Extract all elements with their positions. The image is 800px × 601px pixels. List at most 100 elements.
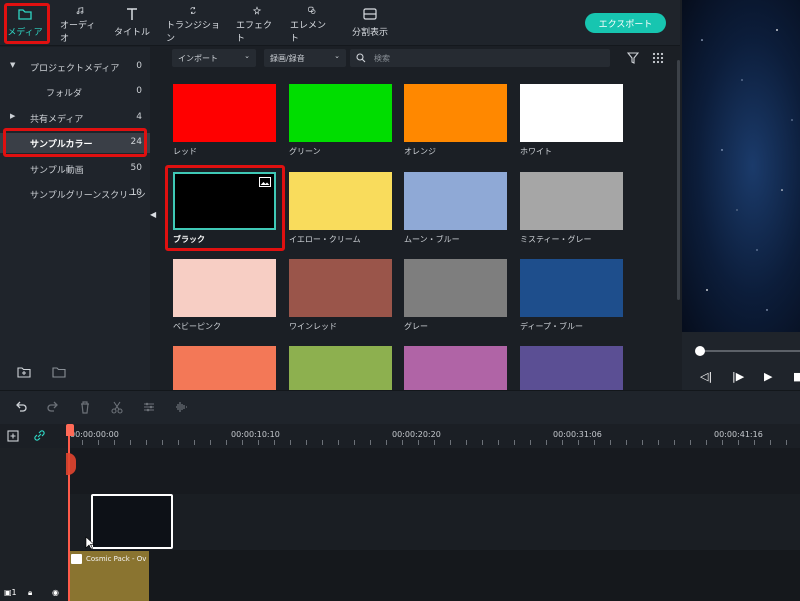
playhead-line[interactable] [68,424,70,601]
preview-scrubber-handle[interactable] [695,346,705,356]
ruler-tick [306,440,307,445]
ruler-tick [450,440,451,445]
media-toolbar: メディア オーディオ タイトル トランジション エフェクト エレメント 分割表示 [0,0,680,46]
ruler-tick [226,440,227,445]
stop-icon[interactable]: ■ [793,370,800,383]
preview-scrubber-track[interactable] [698,350,800,352]
sidebar-item-label: サンプル動画 [30,166,84,176]
dragged-black-clip[interactable] [91,494,173,549]
export-button[interactable]: エクスポート [585,13,666,33]
add-track-icon[interactable] [7,430,21,442]
ruler-tick [738,440,739,445]
tab-transition-label: トランジション [166,21,221,44]
prev-frame-icon[interactable]: ◁| [700,370,712,383]
color-tile[interactable] [289,172,392,230]
transition-icon [190,7,196,14]
tab-element[interactable]: エレメント [290,6,334,44]
color-tile[interactable] [289,259,392,317]
ruler-tick [402,440,403,445]
sidebar-item-sample-videos[interactable]: サンプル動画 50 [0,159,150,179]
grid-scrollbar[interactable] [677,60,680,300]
color-tile[interactable] [289,84,392,142]
music-note-icon [76,7,84,15]
preview-window [682,0,800,332]
color-tile[interactable] [520,172,623,230]
record-dropdown-label: 録画/録音 [270,54,305,63]
eye-icon[interactable]: ◉ [52,588,59,597]
timeline-track[interactable] [0,448,800,494]
ruler-tick [514,440,515,445]
ruler-tick [578,440,579,445]
color-tile[interactable] [520,346,623,390]
tab-split-screen[interactable]: 分割表示 [348,6,392,44]
lock-icon[interactable]: 🔒︎ [28,588,32,598]
new-folder-icon[interactable] [17,366,31,378]
link-icon[interactable] [33,429,46,442]
ruler-tick [482,440,483,445]
media-tab-highlight [4,3,50,44]
color-tile[interactable] [173,346,276,390]
sidebar-item-count: 10 [130,188,142,198]
tab-audio-label: オーディオ [60,21,96,44]
sidebar-item-sample-greenscreen[interactable]: サンプルグリーンスクリーン 10 [0,184,150,204]
play-icon[interactable]: ▶ [764,370,772,383]
color-tile[interactable] [289,346,392,390]
color-tile[interactable] [404,259,507,317]
undo-icon[interactable] [14,400,28,414]
color-tile-label: グレー [404,322,428,331]
color-tile[interactable] [404,84,507,142]
folder-icon[interactable] [52,366,66,378]
ruler-tick [530,440,531,445]
ruler-tick [658,440,659,445]
color-tile[interactable] [520,84,623,142]
ruler-tick [258,440,259,445]
color-tile-label: ディープ・ブルー [520,322,583,331]
color-tile-label: グリーン [289,147,321,156]
mouse-cursor-icon [85,536,95,550]
ruler-tick [562,440,563,445]
tab-audio[interactable]: オーディオ [60,6,100,44]
ruler-tick [162,440,163,445]
chevron-down-icon: ⌄ [244,52,250,60]
color-tile[interactable] [173,259,276,317]
sidebar-item-count: 50 [130,163,142,173]
sidebar-item-project-media[interactable]: ▼ プロジェクトメディア 0 [0,57,150,77]
color-tile[interactable] [404,346,507,390]
collapse-sidebar-icon[interactable]: ◀ [150,210,156,219]
delete-icon[interactable] [78,400,92,414]
sidebar-item-folder[interactable]: フォルダ 0 [0,82,150,102]
playhead-marker[interactable] [66,424,74,436]
color-tile[interactable] [520,259,623,317]
adjust-icon[interactable] [142,400,156,414]
ruler-tick [114,440,115,445]
ruler-tick [674,440,675,445]
tab-effect[interactable]: エフェクト [236,6,278,44]
ruler-tick [706,440,707,445]
redo-icon[interactable] [46,400,60,414]
tab-transition[interactable]: トランジション [166,6,220,44]
expand-arrow-icon[interactable]: ▶ [10,112,15,120]
ruler-tick [290,440,291,445]
tab-title[interactable]: タイトル [113,6,151,44]
sidebar-item-label: プロジェクトメディア [30,64,120,74]
color-tile[interactable] [404,172,507,230]
color-tile[interactable] [173,84,276,142]
ruler-tick [274,440,275,445]
audio-waveform-icon[interactable] [174,400,188,414]
collapse-arrow-icon[interactable]: ▼ [10,61,15,69]
timecode-label: 00:00:31:06 [553,430,602,439]
search-input[interactable]: 検索 [350,49,610,67]
ruler-tick [322,440,323,445]
ruler-tick [498,440,499,445]
color-tile-label: イエロー・クリーム [289,235,361,244]
ruler-tick [786,440,787,445]
step-play-icon[interactable]: |▶ [732,370,744,383]
sidebar-item-shared-media[interactable]: ▶ 共有メディア 4 [0,108,150,128]
import-dropdown[interactable]: インポート ⌄ [172,49,256,67]
ruler-tick [194,440,195,445]
grid-view-icon[interactable] [652,52,664,64]
scissors-icon[interactable] [110,400,124,414]
timecode-label: 00:00:10:10 [231,430,280,439]
filter-icon[interactable] [627,52,639,64]
record-dropdown[interactable]: 録画/録音 ⌄ [264,49,346,67]
